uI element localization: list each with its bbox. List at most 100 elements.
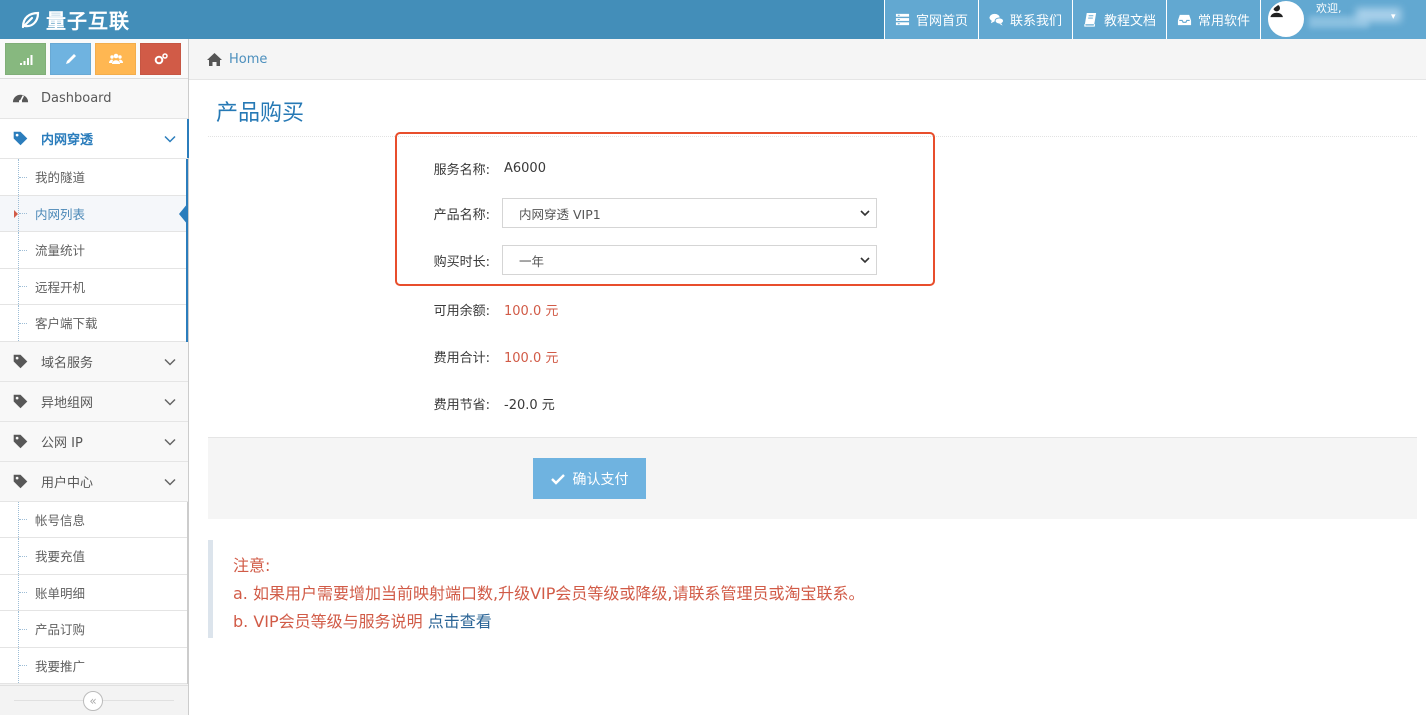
sidebar-subitem-promotion[interactable]: 我要推广 bbox=[0, 647, 187, 684]
balance-label: 可用余额: bbox=[433, 303, 490, 319]
page-header: 产品购买 bbox=[208, 80, 1417, 137]
form-row-total: 费用合计: 100.0 元 bbox=[395, 340, 559, 372]
chevron-down-icon bbox=[860, 210, 870, 217]
nav-contact-link[interactable]: 联系我们 bbox=[977, 0, 1072, 39]
confirm-pay-button[interactable]: 确认支付 bbox=[533, 458, 646, 499]
sidebar: Dashboard 内网穿透 我的隧道 内网列表 流量统计 远程开机 客户端下载… bbox=[0, 39, 189, 715]
tag-icon bbox=[13, 434, 27, 448]
shortcut-pencil-button[interactable] bbox=[50, 43, 91, 75]
chat-icon bbox=[989, 13, 1004, 26]
chevron-down-icon bbox=[164, 438, 176, 446]
submenu-user-center: 帐号信息 我要充值 账单明细 产品订购 我要推广 bbox=[0, 501, 188, 684]
cogs-icon bbox=[154, 53, 168, 65]
user-silhouette-icon bbox=[1270, 4, 1283, 18]
savings-value: -20.0 元 bbox=[504, 397, 555, 413]
product-select-value: 内网穿透 VIP1 bbox=[519, 206, 601, 222]
form-row-duration: 购买时长: 一年 bbox=[395, 244, 877, 276]
sidebar-subitem-product-order[interactable]: 产品订购 bbox=[0, 611, 187, 648]
sidebar-item-domain[interactable]: 域名服务 bbox=[0, 341, 188, 382]
page-title: 产品购买 bbox=[216, 101, 305, 126]
shortcut-users-button[interactable] bbox=[95, 43, 136, 75]
double-chevron-left-icon: « bbox=[89, 694, 97, 708]
sidebar-subitem-account-info[interactable]: 帐号信息 bbox=[0, 501, 187, 538]
sidebar-subitem-my-tunnels[interactable]: 我的隧道 bbox=[0, 159, 186, 196]
sidebar-shortcuts bbox=[0, 39, 188, 79]
chevron-down-icon bbox=[860, 257, 870, 264]
sidebar-item-label: 内网穿透 bbox=[41, 133, 94, 148]
duration-select[interactable]: 一年 bbox=[502, 245, 877, 275]
form-row-product: 产品名称: 内网穿透 VIP1 bbox=[395, 197, 877, 229]
form-row-savings: 费用节省: -20.0 元 bbox=[395, 387, 555, 419]
submenu-intranet: 我的隧道 内网列表 流量统计 远程开机 客户端下载 bbox=[0, 159, 188, 342]
notice-line-b-text: b. VIP会员等级与服务说明 bbox=[233, 612, 428, 631]
book-icon bbox=[1084, 12, 1097, 27]
form-row-service-name: 服务名称: A6000 bbox=[395, 152, 546, 184]
savings-label: 费用节省: bbox=[433, 397, 490, 413]
notice-line-b: b. VIP会员等级与服务说明 点击查看 bbox=[233, 608, 948, 636]
service-name-label: 服务名称: bbox=[433, 162, 490, 178]
shortcut-cogs-button[interactable] bbox=[140, 43, 181, 75]
breadcrumb-home-link[interactable]: Home bbox=[229, 52, 267, 67]
chevron-down-icon bbox=[164, 398, 176, 406]
total-label: 费用合计: bbox=[433, 350, 490, 366]
sidebar-item-label: 用户中心 bbox=[41, 475, 94, 491]
sidebar-item-label: 异地组网 bbox=[41, 395, 94, 411]
nav-software-label: 常用软件 bbox=[1197, 14, 1250, 29]
sidebar-subitem-remote-boot[interactable]: 远程开机 bbox=[0, 268, 186, 305]
tag-icon bbox=[13, 474, 27, 488]
form-row-balance: 可用余额: 100.0 元 bbox=[395, 293, 559, 325]
nav-home-label: 官网首页 bbox=[915, 14, 968, 29]
total-value: 100.0 元 bbox=[504, 350, 559, 366]
sidebar-item-label: 公网 IP bbox=[41, 435, 83, 451]
tag-icon bbox=[13, 354, 27, 368]
leaf-icon bbox=[21, 11, 40, 28]
brand-name: 量子互联 bbox=[46, 9, 130, 33]
user-menu[interactable]: 欢迎, ▾ bbox=[1260, 0, 1426, 39]
service-name-value: A6000 bbox=[504, 160, 546, 176]
sidebar-item-network[interactable]: 异地组网 bbox=[0, 381, 188, 422]
chevron-down-icon bbox=[164, 135, 176, 143]
notice-title: 注意: bbox=[233, 556, 271, 575]
check-icon bbox=[550, 473, 565, 485]
chevron-down-icon bbox=[164, 358, 176, 366]
avatar bbox=[1268, 1, 1304, 37]
caret-down-icon: ▾ bbox=[1391, 12, 1396, 22]
product-select[interactable]: 内网穿透 VIP1 bbox=[502, 198, 877, 228]
top-navbar: 量子互联 官网首页 联系我们 教程文档 常用软件 欢迎, ▾ bbox=[0, 0, 1426, 39]
nav-docs-link[interactable]: 教程文档 bbox=[1071, 0, 1166, 39]
shortcut-signal-button[interactable] bbox=[5, 43, 46, 75]
nav-software-link[interactable]: 常用软件 bbox=[1165, 0, 1260, 39]
sidebar-subitem-client-download[interactable]: 客户端下载 bbox=[0, 305, 186, 342]
pencil-icon bbox=[65, 54, 76, 64]
breadcrumb: Home bbox=[189, 39, 1426, 80]
nav-home-link[interactable]: 官网首页 bbox=[883, 0, 978, 39]
home-icon bbox=[207, 52, 222, 66]
active-indicator bbox=[179, 202, 188, 225]
form-actions: 确认支付 bbox=[208, 437, 1417, 519]
sidebar-item-intranet[interactable]: 内网穿透 bbox=[0, 119, 189, 159]
welcome-text: 欢迎, bbox=[1316, 2, 1342, 15]
sidebar-item-label: Dashboard bbox=[41, 91, 112, 106]
list-icon bbox=[895, 13, 909, 26]
view-details-link[interactable]: 点击查看 bbox=[428, 612, 492, 631]
product-label: 产品名称: bbox=[433, 207, 490, 223]
collapse-sidebar-button[interactable]: « bbox=[83, 691, 103, 711]
nav-docs-label: 教程文档 bbox=[1103, 14, 1156, 29]
sidebar-item-public-ip[interactable]: 公网 IP bbox=[0, 421, 188, 462]
nav-contact-label: 联系我们 bbox=[1009, 14, 1062, 29]
sidebar-subitem-traffic-stats[interactable]: 流量统计 bbox=[0, 232, 186, 269]
sidebar-subitem-recharge[interactable]: 我要充值 bbox=[0, 538, 187, 575]
sidebar-collapse-bar: « bbox=[0, 685, 188, 715]
sidebar-subitem-billing[interactable]: 账单明细 bbox=[0, 574, 187, 611]
tag-icon bbox=[13, 131, 27, 146]
dashboard-icon bbox=[12, 94, 28, 103]
sidebar-item-dashboard[interactable]: Dashboard bbox=[0, 79, 188, 119]
duration-label: 购买时长: bbox=[433, 254, 490, 270]
sidebar-item-label: 域名服务 bbox=[41, 355, 94, 371]
sidebar-subitem-intranet-list[interactable]: 内网列表 bbox=[0, 195, 188, 232]
notice-box: 注意: a. 如果用户需要增加当前映射端口数,升级VIP会员等级或降级,请联系管… bbox=[208, 540, 948, 638]
brand-logo[interactable]: 量子互联 bbox=[20, 5, 130, 34]
sidebar-item-user-center[interactable]: 用户中心 bbox=[0, 461, 188, 502]
tag-icon bbox=[13, 394, 27, 408]
signal-icon bbox=[19, 55, 32, 65]
